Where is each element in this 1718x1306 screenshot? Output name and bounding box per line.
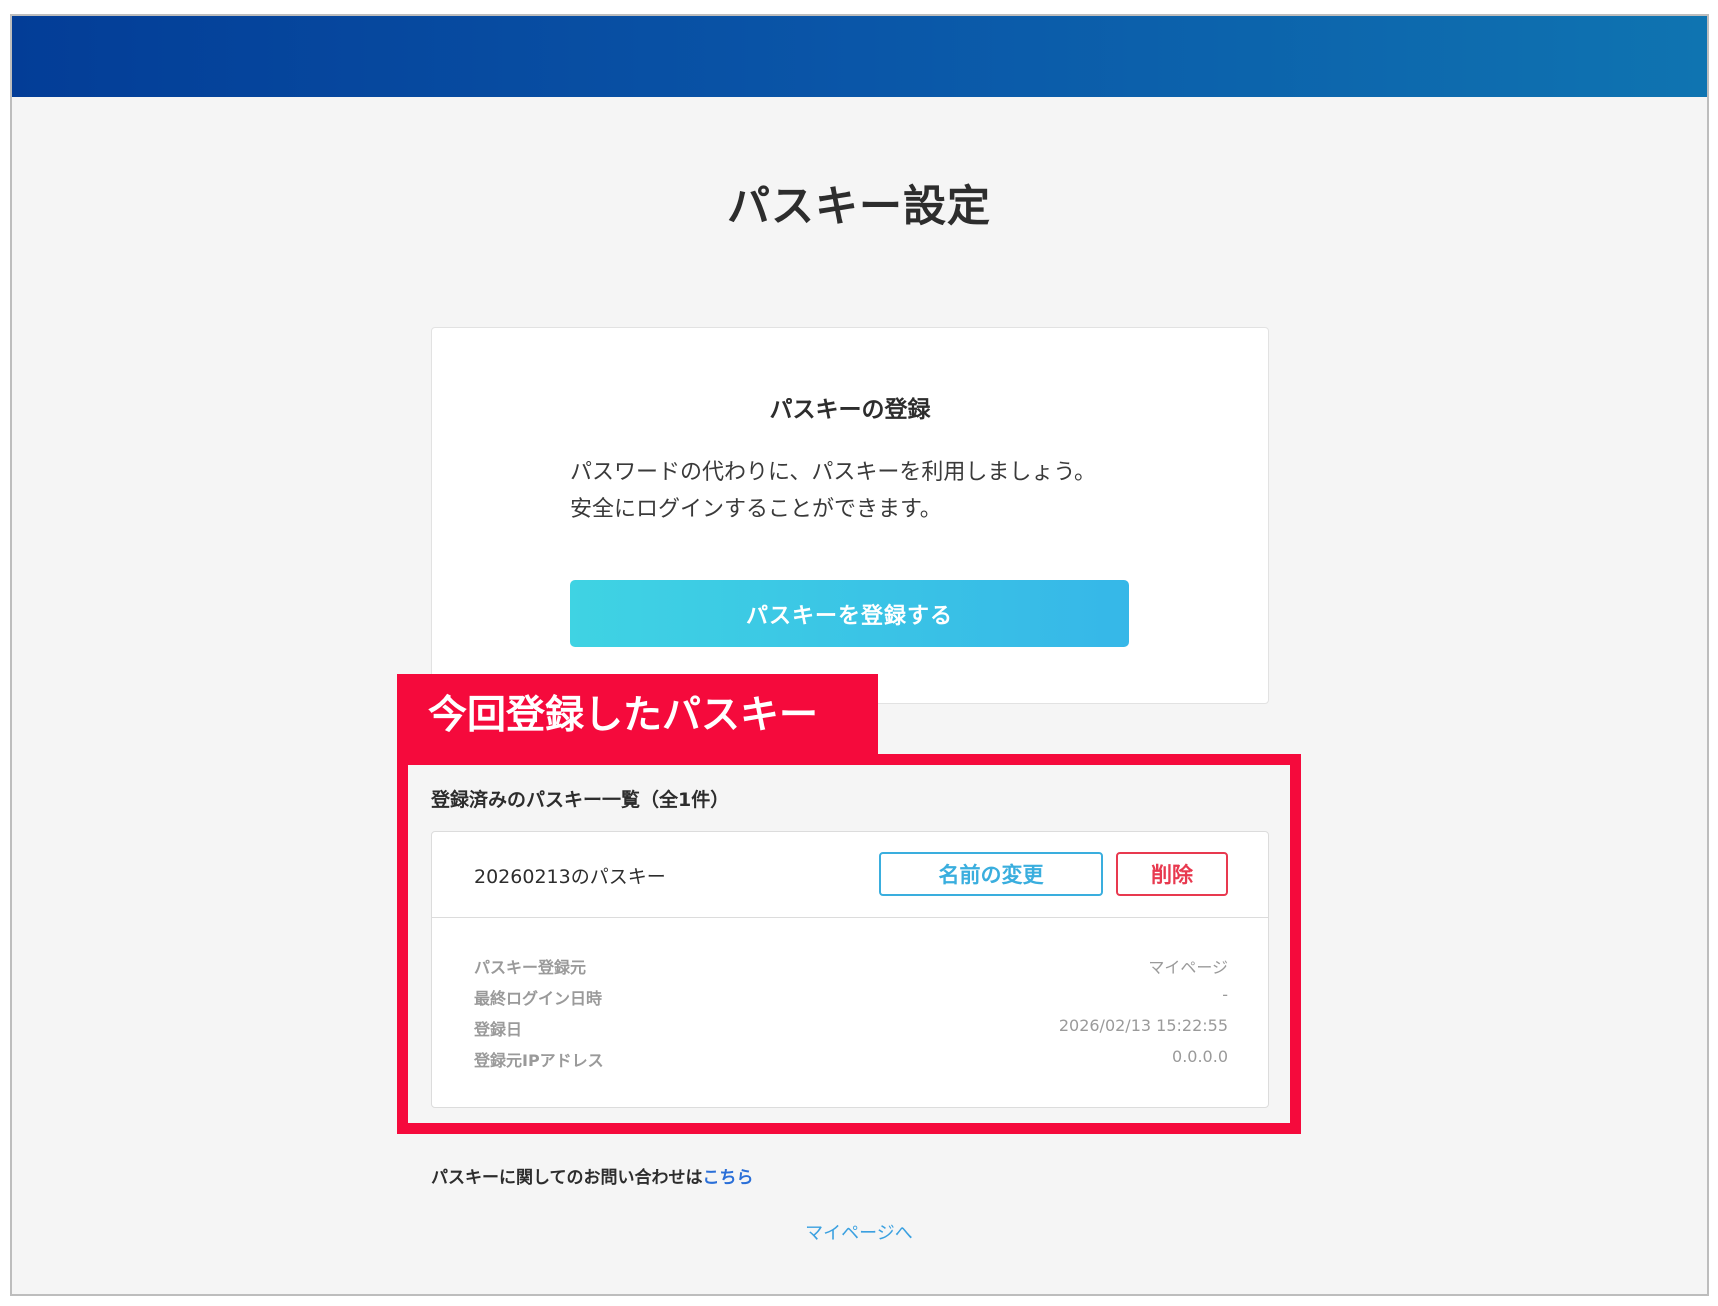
registration-card-title: パスキーの登録 (769, 397, 931, 423)
mypage-link-wrapper: マイページへ (0, 1219, 1718, 1245)
page-title: パスキー設定 (727, 182, 991, 232)
annotation-label: 今回登録したパスキー (397, 674, 878, 757)
registration-card: パスキーの登録 パスワードの代わりに、パスキーを利用しましょう。 安全にログイン… (431, 327, 1269, 704)
inquiry-text: パスキーに関してのお問い合わせはこちら (431, 1163, 754, 1188)
inquiry-prefix: パスキーに関してのお問い合わせは (431, 1168, 703, 1188)
registration-description: パスワードの代わりに、パスキーを利用しましょう。 安全にログインすることができま… (570, 454, 1096, 528)
register-passkey-button[interactable]: パスキーを登録する (570, 580, 1129, 647)
annotation-highlight-box (397, 754, 1301, 1134)
header-bar (12, 16, 1707, 97)
mypage-link[interactable]: マイページへ (805, 1223, 913, 1244)
registration-description-line: 安全にログインすることができます。 (570, 497, 942, 522)
inquiry-link[interactable]: こちら (703, 1168, 754, 1188)
registration-description-line: パスワードの代わりに、パスキーを利用しましょう。 (570, 460, 1097, 485)
